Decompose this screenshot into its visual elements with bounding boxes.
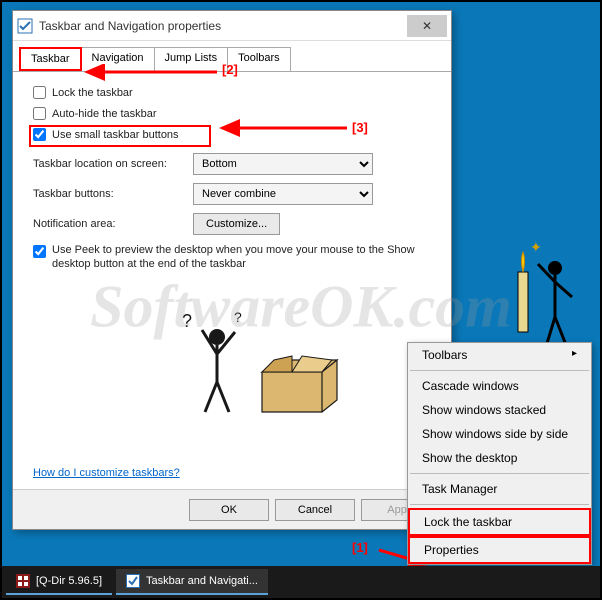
annotation-1: [1] [352,540,368,555]
properties-dialog: Taskbar and Navigation properties ✕ Task… [12,10,452,530]
close-button[interactable]: ✕ [407,15,447,37]
row-combine: Taskbar buttons: Never combine [33,183,431,205]
taskbar-context-menu: Toolbars Cascade windows Show windows st… [407,342,592,565]
svg-text:✦: ✦ [530,239,542,255]
small-buttons-label: Use small taskbar buttons [52,129,179,141]
dialog-button-bar: OK Cancel Apply [13,489,451,529]
ok-button[interactable]: OK [189,499,269,521]
tab-taskbar[interactable]: Taskbar [19,47,82,71]
dialog-icon [17,18,33,34]
menu-cascade[interactable]: Cascade windows [408,374,591,398]
small-buttons-checkbox[interactable] [33,128,46,141]
menu-separator [410,473,589,474]
taskbar-item-properties[interactable]: Taskbar and Navigati... [116,569,268,595]
menu-stacked[interactable]: Show windows stacked [408,398,591,422]
notification-label: Notification area: [33,218,193,230]
customize-button[interactable]: Customize... [193,213,280,235]
taskbar[interactable]: [Q-Dir 5.96.5] Taskbar and Navigati... [2,566,600,598]
menu-task-manager[interactable]: Task Manager [408,477,591,501]
tab-strip: Taskbar Navigation Jump Lists Toolbars [13,41,451,72]
tab-toolbars[interactable]: Toolbars [227,47,291,71]
peek-label: Use Peek to preview the desktop when you… [52,243,431,272]
location-label: Taskbar location on screen: [33,158,193,170]
row-notification: Notification area: Customize... [33,213,431,235]
help-link[interactable]: How do I customize taskbars? [33,467,180,479]
menu-separator [410,504,589,505]
menu-separator [410,370,589,371]
cancel-button[interactable]: Cancel [275,499,355,521]
menu-lock-taskbar[interactable]: Lock the taskbar [408,508,591,536]
auto-hide-label: Auto-hide the taskbar [52,108,157,120]
row-peek: Use Peek to preview the desktop when you… [33,243,431,272]
menu-properties[interactable]: Properties [408,536,591,564]
row-lock-taskbar: Lock the taskbar [33,86,431,99]
row-small-buttons: Use small taskbar buttons [33,128,431,141]
tab-panel: Lock the taskbar Auto-hide the taskbar U… [13,72,451,282]
lock-taskbar-checkbox[interactable] [33,86,46,99]
location-select[interactable]: Bottom [193,153,373,175]
tab-navigation[interactable]: Navigation [81,47,155,71]
peek-checkbox[interactable] [33,245,46,258]
taskbar-item-qdir[interactable]: [Q-Dir 5.96.5] [6,569,112,595]
dialog-title: Taskbar and Navigation properties [39,19,407,33]
combine-label: Taskbar buttons: [33,188,193,200]
row-auto-hide: Auto-hide the taskbar [33,107,431,120]
qdir-icon [16,574,30,588]
svg-text:?: ? [234,312,242,325]
titlebar[interactable]: Taskbar and Navigation properties ✕ [13,11,451,41]
auto-hide-checkbox[interactable] [33,107,46,120]
candle-figure-illustration: ✦ [500,222,580,362]
menu-sidebyside[interactable]: Show windows side by side [408,422,591,446]
lock-taskbar-label: Lock the taskbar [52,87,133,99]
taskbar-label: Taskbar and Navigati... [146,575,258,587]
menu-toolbars[interactable]: Toolbars [408,343,591,367]
row-location: Taskbar location on screen: Bottom [33,153,431,175]
confused-figure-illustration: ? ? [172,312,352,432]
tab-jumplists[interactable]: Jump Lists [154,47,229,71]
taskbar-label: [Q-Dir 5.96.5] [36,575,102,587]
menu-show-desktop[interactable]: Show the desktop [408,446,591,470]
svg-text:?: ? [182,312,192,331]
checkbox-icon [126,574,140,588]
combine-select[interactable]: Never combine [193,183,373,205]
